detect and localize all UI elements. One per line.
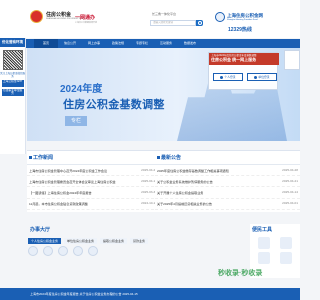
service-hall-title: 办事大厅 bbox=[30, 227, 51, 233]
hotline-number: 12329热线 bbox=[228, 27, 252, 33]
site-watermark: 秒收录·秒收录 bbox=[218, 270, 263, 277]
tab-loan[interactable]: 贷款业务 bbox=[130, 238, 149, 244]
announcement-icon bbox=[157, 156, 160, 159]
news-item[interactable]: 上海市住房公积金管理委员会召开全体会议审议上海住房公积金 2025-04-14 bbox=[27, 176, 159, 188]
yiwangtongban-link[interactable]: 一网通办 bbox=[75, 14, 95, 21]
news-item-title: 【一图读懂】上海住房公积金2024年年度报告 bbox=[29, 190, 92, 195]
personal-login-label: 个人登录 bbox=[224, 75, 236, 79]
announcement-item[interactable]: 关于2025年4月提前还贷相关业务的公告 2025-04-01 bbox=[155, 199, 300, 210]
service-item-icon[interactable] bbox=[43, 246, 53, 256]
nav-online-service[interactable]: 网上办事 bbox=[82, 39, 106, 48]
nav-data-release[interactable]: 数据发布 bbox=[178, 39, 202, 48]
tab-personal-business[interactable]: 个人住房公积金业务 bbox=[28, 238, 62, 244]
service-item-icon[interactable] bbox=[88, 246, 98, 256]
announcement-item-date: 2025-04-21 bbox=[282, 178, 298, 183]
tab-unit-business[interactable]: 单位住房公积金业务 bbox=[64, 238, 98, 244]
calculator-icon[interactable] bbox=[257, 237, 270, 249]
nav-policy[interactable]: 政策法规 bbox=[106, 39, 130, 48]
search-button[interactable] bbox=[196, 20, 203, 26]
service-icons bbox=[28, 246, 98, 256]
news-item[interactable]: 上海市住房公积金管理中心召开2024年度公积金工作会议 2025-04-24 bbox=[27, 165, 159, 177]
login-panel: 上海市2024年度住房公积金年度基数调整 住房公积金 统一网上服务 个人登录 单… bbox=[208, 52, 279, 90]
unit-login-label: 单位登录 bbox=[258, 75, 270, 79]
app-download-link[interactable]: 上海公积金APP bbox=[1, 79, 24, 87]
nav-special-topics[interactable]: 专题专栏 bbox=[130, 39, 154, 48]
announcement-item-title: 关于公积金业务系统维护暂停服务的公告 bbox=[157, 179, 213, 184]
announcement-title: 最新公告 bbox=[161, 155, 182, 161]
yiwang-subtitle: 上海市公共数据资源开放 bbox=[75, 22, 98, 24]
user-icon bbox=[220, 75, 224, 79]
announcement-item-title: 关于开展个人住房公积金提取业务 bbox=[157, 190, 204, 195]
floating-side-tool[interactable] bbox=[284, 50, 300, 70]
news-panel: 工作新闻 上海市住房公积金管理中心召开2024年度公积金工作会议 2025-04-… bbox=[27, 150, 159, 212]
unit-login-button[interactable]: 单位登录 bbox=[247, 73, 277, 81]
banner-column-tag[interactable]: 专栏 bbox=[65, 116, 87, 126]
yangtze-delta-link[interactable]: 长三角一体化平台 bbox=[152, 12, 176, 16]
news-item-title: 11月起，本市住房公积金贴息贷款政策调整 bbox=[29, 202, 88, 207]
announcement-item-date: 2025-04-01 bbox=[282, 201, 298, 206]
announcement-item[interactable]: 2025年度住房公积金缴存基数调整工作相关事项通知 2025-04-28 bbox=[155, 165, 300, 177]
news-item-title: 上海市住房公积金管理委员会召开全体会议审议上海住房公积金 bbox=[29, 179, 116, 184]
notice-big-text: 住房公积金 统一网上服务 bbox=[211, 57, 257, 62]
right-brand-subtitle: Shanghai Housing Provident Fund bbox=[227, 19, 258, 21]
map-icon[interactable] bbox=[280, 237, 293, 249]
announcement-item[interactable]: 关于公积金业务系统维护暂停服务的公告 2025-04-21 bbox=[155, 176, 300, 188]
institution-service-link[interactable]: 行政事业单位服务 bbox=[1, 88, 24, 96]
login-notice[interactable]: 上海市2024年度住房公积金年度基数调整 住房公积金 统一网上服务 bbox=[209, 53, 279, 65]
building-icon bbox=[254, 75, 258, 79]
service-item-icon[interactable] bbox=[73, 246, 83, 256]
tab-withdrawal[interactable]: 提取公积金业务 bbox=[100, 238, 128, 244]
form-download-icon[interactable] bbox=[257, 252, 270, 264]
nav-info-disclosure[interactable]: 信息公开 bbox=[58, 39, 82, 48]
header: 住房公积金 SHANGHAI HOUSING PROVIDENT FUND 一网… bbox=[0, 0, 300, 38]
announcement-item-date: 2025-04-14 bbox=[282, 189, 298, 194]
nav-interaction[interactable]: 互动服务 bbox=[154, 39, 178, 48]
announcement-panel: 最新公告 2025年度住房公积金缴存基数调整工作相关事项通知 2025-04-28… bbox=[155, 150, 300, 212]
provident-fund-badge-icon bbox=[215, 12, 225, 22]
news-item[interactable]: 11月起，本市住房公积金贴息贷款政策调整 2024-10-17 bbox=[27, 199, 159, 210]
search-input[interactable]: 请输入搜索关键词 bbox=[150, 20, 196, 26]
announcement-item[interactable]: 关于开展个人住房公积金提取业务 2025-04-14 bbox=[155, 187, 300, 199]
bottom-ticker[interactable]: 上海市2024年度住房公积金年度报告 关于住房公积金业务办理的公告 2025-0… bbox=[0, 288, 300, 300]
news-item-title: 上海市住房公积金管理中心召开2024年度公积金工作会议 bbox=[29, 168, 108, 173]
national-emblem-icon bbox=[30, 10, 43, 23]
brand-logo-right[interactable]: 上海住房公积金网 Shanghai Housing Provident Fund bbox=[215, 12, 263, 22]
nav-home[interactable]: 首页 bbox=[34, 39, 58, 48]
qr-caption: 关注上海公积金微信服务 bbox=[0, 71, 26, 78]
personal-login-button[interactable]: 个人登录 bbox=[213, 73, 243, 81]
service-tabs: 个人住房公积金业务 单位住房公积金业务 提取公积金业务 贷款业务 bbox=[28, 238, 149, 244]
announcement-item-title: 2025年度住房公积金缴存基数调整工作相关事项通知 bbox=[157, 168, 229, 173]
wechat-qr-code bbox=[2, 49, 23, 70]
business-env-heading[interactable]: 优化营商环境 bbox=[0, 38, 25, 47]
service-item-icon[interactable] bbox=[58, 246, 68, 256]
banner-year: 2024年度 bbox=[60, 84, 103, 95]
main-nav: 首页 信息公开 网上办事 政策法规 专题专栏 互动服务 数据发布 bbox=[0, 39, 300, 48]
faq-icon[interactable] bbox=[280, 252, 293, 264]
service-item-icon[interactable] bbox=[28, 246, 38, 256]
left-sidebar: 优化营商环境 关注上海公积金微信服务 上海公积金APP 行政事业单位服务 bbox=[0, 38, 26, 154]
banner-title: 住房公积金基数调整 bbox=[63, 99, 165, 111]
news-icon bbox=[29, 156, 32, 159]
convenience-title: 便民工具 bbox=[252, 227, 273, 233]
news-title: 工作新闻 bbox=[33, 155, 54, 161]
announcement-item-title: 关于2025年4月提前还贷相关业务的公告 bbox=[157, 202, 213, 207]
news-item[interactable]: 【一图读懂】上海住房公积金2024年年度报告 2025-03-31 bbox=[27, 187, 159, 199]
announcement-item-date: 2025-04-28 bbox=[282, 167, 298, 172]
